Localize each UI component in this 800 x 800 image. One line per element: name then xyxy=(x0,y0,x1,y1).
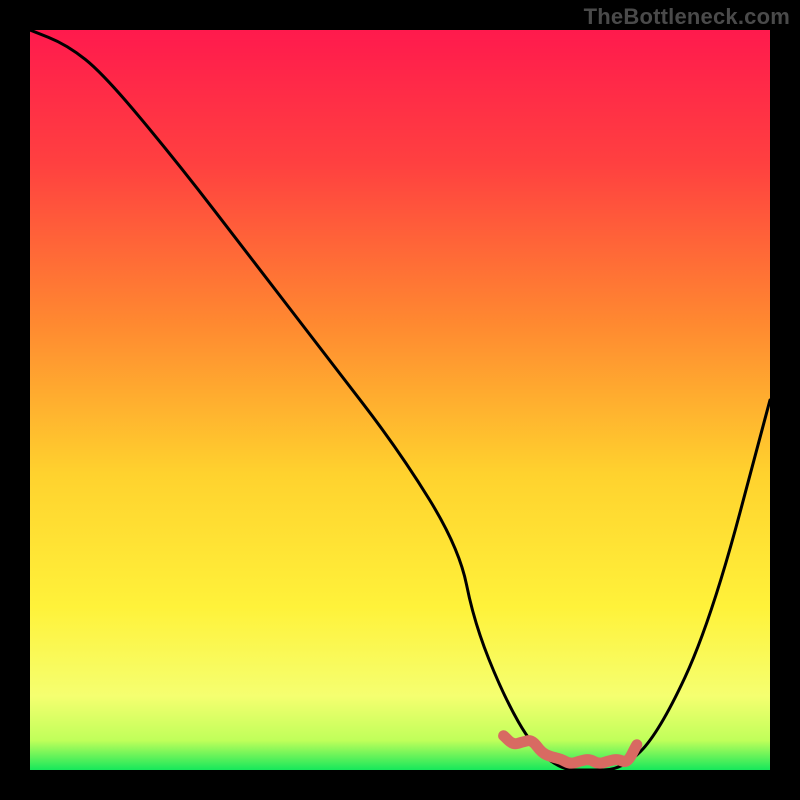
plot-area xyxy=(30,30,770,770)
chart-frame: TheBottleneck.com xyxy=(0,0,800,800)
chart-svg xyxy=(30,30,770,770)
watermark-text: TheBottleneck.com xyxy=(584,4,790,30)
gradient-background xyxy=(30,30,770,770)
